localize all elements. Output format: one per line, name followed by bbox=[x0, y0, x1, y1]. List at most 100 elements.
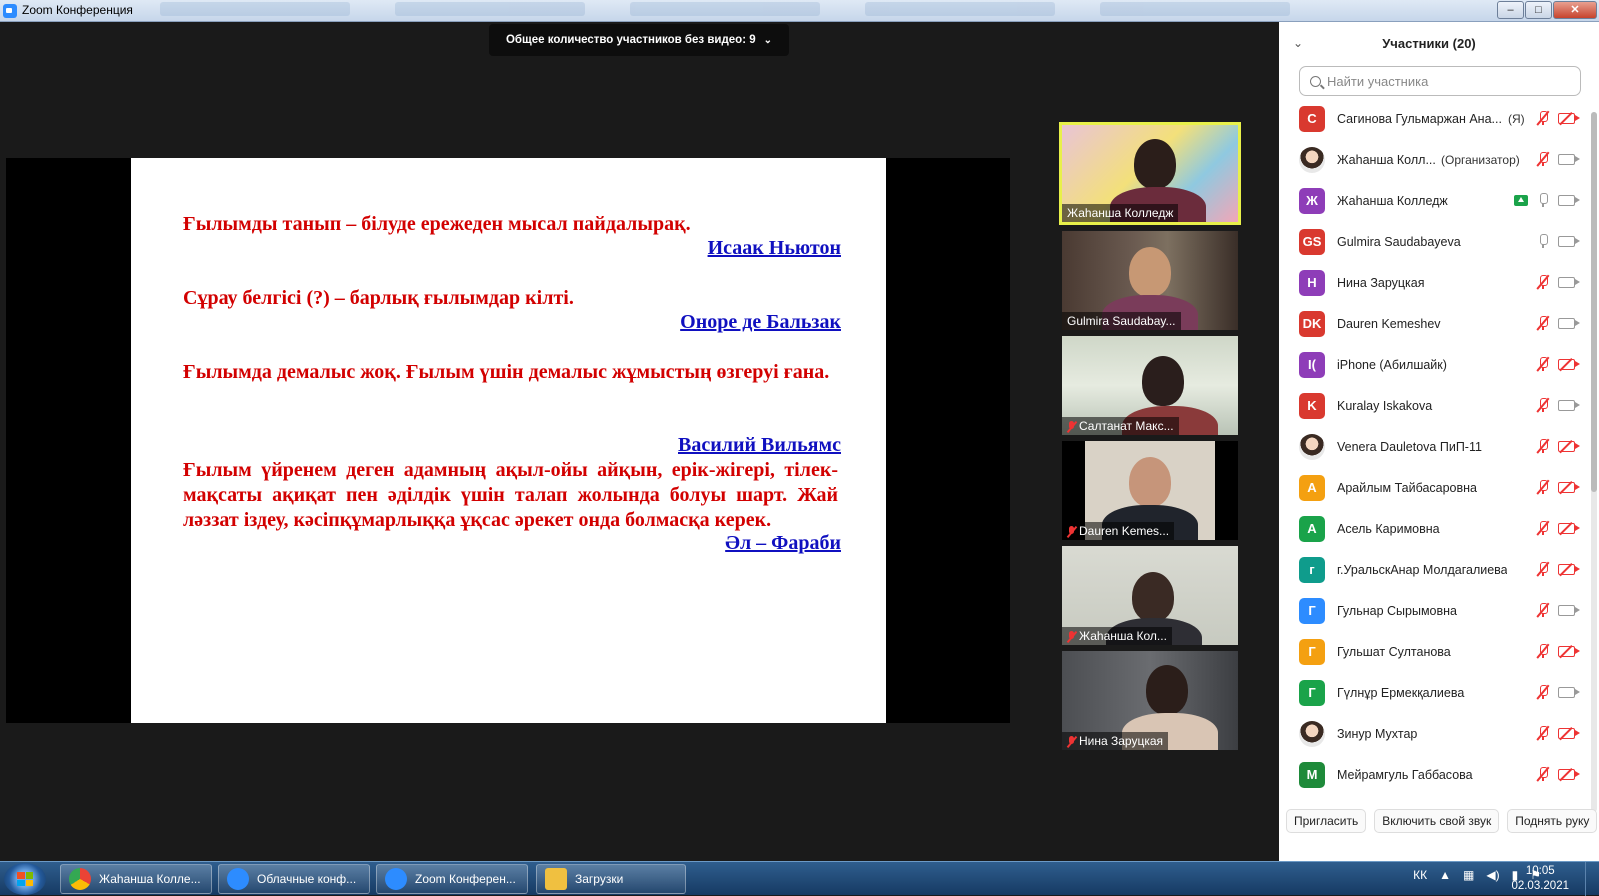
video-icon[interactable] bbox=[1558, 686, 1580, 698]
participant-row[interactable]: Venera Dauletova ПиП-11 bbox=[1279, 426, 1587, 467]
participant-row[interactable]: М Мейрамгуль Габбасова bbox=[1279, 754, 1587, 795]
maximize-button[interactable]: □ bbox=[1525, 1, 1552, 19]
video-icon[interactable] bbox=[1558, 235, 1580, 247]
tray-expand-icon[interactable]: ▲ bbox=[1439, 868, 1451, 882]
mic-muted-icon[interactable] bbox=[1536, 356, 1550, 372]
avatar: Ж bbox=[1299, 187, 1325, 214]
video-icon[interactable] bbox=[1558, 276, 1580, 288]
mic-icon[interactable] bbox=[1538, 234, 1548, 248]
video-tile[interactable]: Dauren Kemes... bbox=[1062, 441, 1238, 540]
system-clock[interactable]: 10:05 02.03.2021 bbox=[1511, 864, 1569, 894]
mic-muted-icon[interactable] bbox=[1536, 766, 1550, 782]
participant-row[interactable]: С Сагинова Гульмаржан Ана... (Я) bbox=[1279, 98, 1587, 139]
taskbar-item-label: Zoom Конферен... bbox=[415, 872, 516, 886]
chrome-icon bbox=[69, 868, 91, 890]
participants-title: Участники (20) bbox=[1382, 36, 1476, 51]
mic-muted-icon[interactable] bbox=[1536, 110, 1550, 126]
video-tile[interactable]: Жаһанша Колледж bbox=[1059, 122, 1241, 225]
video-icon[interactable] bbox=[1558, 317, 1580, 329]
participant-row[interactable]: K Kuralay Iskakova bbox=[1279, 385, 1587, 426]
search-participant-input[interactable]: Найти участника bbox=[1299, 66, 1581, 96]
video-tile[interactable]: Салтанат Макс... bbox=[1062, 336, 1238, 435]
video-icon[interactable] bbox=[1558, 194, 1580, 206]
mic-muted-icon[interactable] bbox=[1536, 684, 1550, 700]
participant-role: (Я) bbox=[1508, 111, 1525, 126]
minimize-button[interactable]: – bbox=[1497, 1, 1524, 19]
mic-muted-icon[interactable] bbox=[1536, 397, 1550, 413]
participant-name: Зинур Мухтар bbox=[1337, 726, 1418, 741]
mic-muted-icon[interactable] bbox=[1536, 725, 1550, 741]
participant-name: Gulmira Saudabay... bbox=[1067, 314, 1176, 328]
participant-row[interactable]: Г Гульшат Султанова bbox=[1279, 631, 1587, 672]
participant-row[interactable]: I(iPhone (Абилшайк) bbox=[1279, 344, 1587, 385]
taskbar-item[interactable]: Zoom Конферен... bbox=[376, 864, 528, 894]
video-tile[interactable]: Нина Заруцкая bbox=[1062, 651, 1238, 750]
video-tile[interactable]: Жаһанша Кол... bbox=[1062, 546, 1238, 645]
video-off-icon[interactable] bbox=[1558, 726, 1580, 740]
avatar: С bbox=[1299, 105, 1325, 132]
participant-row[interactable]: Г Гүлнұр Ермекқалиева bbox=[1279, 672, 1587, 713]
video-off-icon[interactable] bbox=[1558, 111, 1580, 125]
taskbar-item-label: Облачные конф... bbox=[257, 872, 357, 886]
close-button[interactable]: ✕ bbox=[1553, 1, 1597, 19]
mic-muted-icon[interactable] bbox=[1536, 602, 1550, 618]
participant-row[interactable]: А Асель Каримовна bbox=[1279, 508, 1587, 549]
video-tile[interactable]: Gulmira Saudabay... bbox=[1062, 231, 1238, 330]
taskbar-item[interactable]: Облачные конф... bbox=[218, 864, 370, 894]
participant-row[interactable]: GS Gulmira Saudabayeva bbox=[1279, 221, 1587, 262]
participant-row[interactable]: DK Dauren Kemeshev bbox=[1279, 303, 1587, 344]
video-off-icon[interactable] bbox=[1558, 357, 1580, 371]
video-icon[interactable] bbox=[1558, 399, 1580, 411]
mic-muted-icon[interactable] bbox=[1536, 479, 1550, 495]
participant-row[interactable]: Жаһанша Колл... (Организатор) bbox=[1279, 139, 1587, 180]
network-icon[interactable]: ▦ bbox=[1463, 868, 1474, 882]
video-icon[interactable] bbox=[1558, 604, 1580, 616]
video-icon[interactable] bbox=[1558, 153, 1580, 165]
mic-muted-icon[interactable] bbox=[1536, 438, 1550, 454]
mic-icon[interactable] bbox=[1538, 193, 1548, 207]
taskbar-item-label: Загрузки bbox=[575, 872, 624, 886]
video-off-icon[interactable] bbox=[1558, 439, 1580, 453]
video-off-icon[interactable] bbox=[1558, 521, 1580, 535]
video-off-icon[interactable] bbox=[1558, 562, 1580, 576]
taskbar-item[interactable]: Загрузки bbox=[536, 864, 686, 894]
language-indicator[interactable]: КК bbox=[1413, 868, 1427, 882]
participant-name: Нина Заруцкая bbox=[1079, 734, 1164, 748]
no-video-participants-banner[interactable]: Общее количество участников без видео: 9… bbox=[489, 24, 789, 56]
participant-row[interactable]: г г.УральскАнар Молдагалиева bbox=[1279, 549, 1587, 590]
participant-row[interactable]: Ж Жаһанша Колледж bbox=[1279, 180, 1587, 221]
avatar: Г bbox=[1299, 638, 1325, 665]
mic-muted-icon[interactable] bbox=[1536, 520, 1550, 536]
participant-name: Арайлым Тайбасаровна bbox=[1337, 480, 1478, 495]
mic-muted-icon[interactable] bbox=[1536, 274, 1550, 290]
participant-role: (Организатор) bbox=[1441, 152, 1520, 167]
participant-row[interactable]: Н Нина Заруцкая bbox=[1279, 262, 1587, 303]
participant-name: Dauren Kemes... bbox=[1079, 524, 1170, 538]
scrollbar[interactable] bbox=[1591, 112, 1597, 812]
quote-1: Ғылымды танып – білуде ережеден мысал па… bbox=[183, 213, 691, 235]
participant-row[interactable]: Зинур Мухтар bbox=[1279, 713, 1587, 754]
start-button[interactable] bbox=[4, 863, 46, 895]
raise-hand-button[interactable]: Поднять руку bbox=[1507, 809, 1598, 833]
video-off-icon[interactable] bbox=[1558, 644, 1580, 658]
participant-row[interactable]: А Арайлым Тайбасаровна bbox=[1279, 467, 1587, 508]
zoom-app-icon bbox=[3, 4, 17, 18]
avatar: Н bbox=[1299, 269, 1325, 296]
participant-name: Гульшат Султанова bbox=[1337, 644, 1451, 659]
search-placeholder: Найти участника bbox=[1327, 73, 1429, 89]
invite-button[interactable]: Пригласить bbox=[1286, 809, 1367, 833]
meeting-stage: Общее количество участников без видео: 9… bbox=[0, 22, 1279, 861]
mic-muted-icon[interactable] bbox=[1536, 561, 1550, 577]
participant-row[interactable]: Г Гульнар Сырымовна bbox=[1279, 590, 1587, 631]
taskbar-item[interactable]: Жаһанша Колле... bbox=[60, 864, 212, 894]
avatar: А bbox=[1299, 474, 1325, 501]
unmute-button[interactable]: Включить свой звук bbox=[1374, 809, 1500, 833]
participant-name: iPhone (Абилшайк) bbox=[1337, 357, 1447, 372]
volume-icon[interactable]: ◀) bbox=[1486, 868, 1499, 882]
show-desktop-button[interactable] bbox=[1585, 862, 1599, 896]
mic-muted-icon[interactable] bbox=[1536, 315, 1550, 331]
video-off-icon[interactable] bbox=[1558, 480, 1580, 494]
mic-muted-icon[interactable] bbox=[1536, 151, 1550, 167]
video-off-icon[interactable] bbox=[1558, 767, 1580, 781]
mic-muted-icon[interactable] bbox=[1536, 643, 1550, 659]
